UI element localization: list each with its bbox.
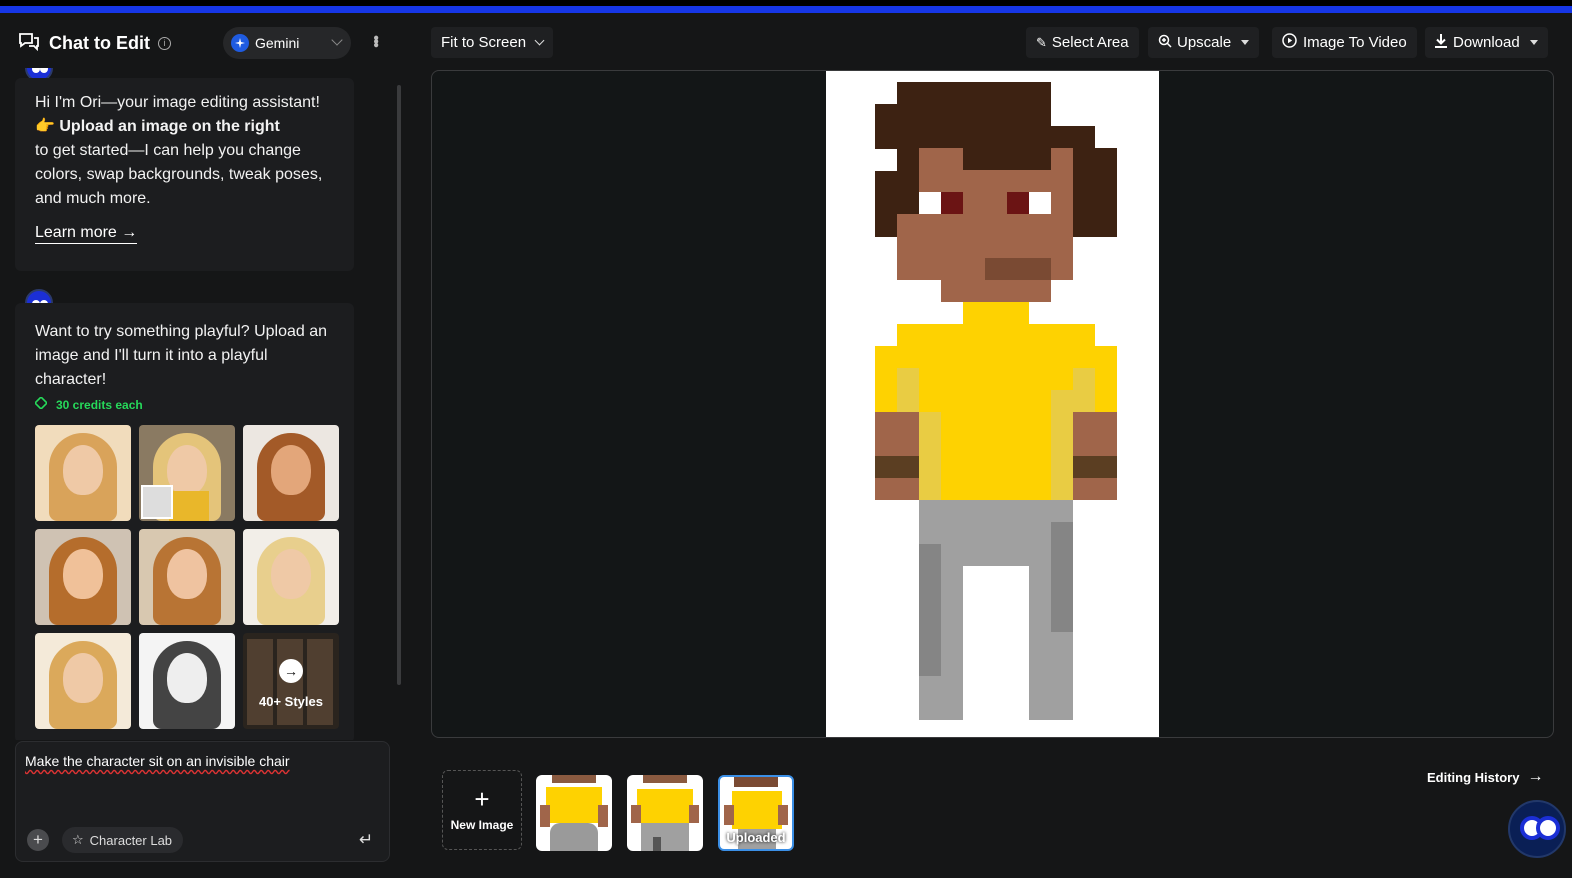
image-to-video-button[interactable]: Image To Video [1272,27,1417,58]
caret-down-icon [1529,40,1538,45]
message-text: Hi I'm Ori—your image editing assistant! [35,94,320,111]
brush-icon: ✎ [1036,34,1047,50]
more-styles-tile[interactable]: → 40+ Styles [243,633,339,729]
play-circle-icon [1282,33,1297,52]
more-styles-label: 40+ Styles [259,694,323,709]
model-selector[interactable]: Gemini [223,27,351,59]
style-thumbnail[interactable] [35,633,131,729]
style-grid: → 40+ Styles [35,425,339,729]
message-bold: 👉 Upload an image on the right [35,118,280,135]
chat-scroll-area[interactable]: Hi I'm Ori—your image editing assistant!… [0,68,400,740]
history-thumbnail[interactable] [536,775,612,851]
upscale-button[interactable]: Upscale [1148,27,1260,58]
more-options-icon[interactable]: ••• [367,35,384,46]
star-icon: ☆ [72,832,84,847]
chat-bubbles-icon [18,31,40,56]
learn-more-link[interactable]: Learn more → [35,224,138,244]
gemini-icon [231,34,249,52]
character-lab-button[interactable]: ☆ Character Lab [62,827,184,853]
select-area-button[interactable]: ✎ Select Area [1026,27,1139,58]
diamond-icon [33,395,49,412]
caret-down-icon [1241,40,1250,45]
history-thumbnail[interactable] [627,775,703,851]
chat-scrollbar[interactable] [397,85,401,685]
panel-title: Chat to Edit [49,32,150,53]
image-history-strip: + New Image Uploaded Editing History → [431,760,1554,864]
point-right-icon: 👉 [35,118,60,135]
style-thumbnail[interactable] [139,425,235,521]
assistant-bot-icon[interactable] [1508,800,1566,858]
chevron-down-icon [534,35,545,46]
chat-input-text[interactable]: Make the character sit on an invisible c… [25,753,290,769]
assistant-message: Hi I'm Ori—your image editing assistant!… [15,78,354,271]
fit-to-screen-dropdown[interactable]: Fit to Screen [431,27,554,58]
style-thumbnail[interactable] [243,529,339,625]
plus-icon: + [474,784,490,814]
send-enter-icon[interactable]: ↵ [359,830,373,850]
model-label: Gemini [255,35,300,51]
pixel-character-image[interactable] [826,71,1159,737]
download-button[interactable]: Download [1425,27,1548,58]
message-text: to get started—I can help you change col… [35,142,323,207]
style-thumbnail[interactable] [35,425,131,521]
credits-badge: 30 credits each [33,395,338,412]
download-icon [1435,33,1447,52]
new-image-button[interactable]: + New Image [442,770,522,850]
style-thumbnail[interactable] [139,633,235,729]
info-icon[interactable]: i [158,36,171,50]
uploaded-label: Uploaded [726,830,786,845]
zoom-in-icon [1158,34,1172,52]
message-text: Want to try something playful? Upload an… [35,323,328,388]
arrow-right-icon: → [121,224,138,241]
add-attachment-button[interactable]: + [27,829,49,851]
editing-history-link[interactable]: Editing History → [1427,768,1543,786]
style-thumbnail[interactable] [139,529,235,625]
style-thumbnail[interactable] [243,425,339,521]
image-canvas[interactable] [431,70,1554,738]
chat-input-box[interactable]: Make the character sit on an invisible c… [15,741,390,862]
arrow-right-icon: → [1527,768,1544,785]
arrow-right-icon: → [279,659,303,683]
top-accent-bar [0,0,1572,13]
panel-header: Chat to Edit i [18,31,171,55]
style-thumbnail[interactable] [35,529,131,625]
history-thumbnail-uploaded[interactable]: Uploaded [718,775,794,851]
assistant-message: Want to try something playful? Upload an… [15,303,354,740]
chevron-down-icon [331,34,343,46]
